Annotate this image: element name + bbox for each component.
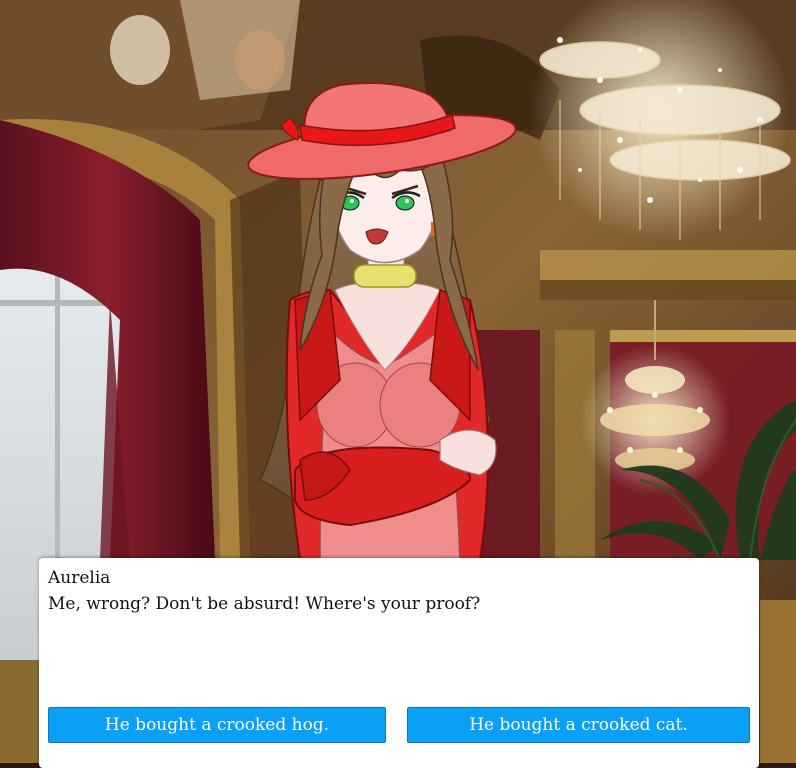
speaker-name: Aurelia xyxy=(48,568,111,588)
dialog-line: Me, wrong? Don't be absurd! Where's your… xyxy=(48,594,481,614)
choice-button-1[interactable]: He bought a crooked hog. xyxy=(48,707,386,743)
dialog-box: Aurelia Me, wrong? Don't be absurd! Wher… xyxy=(39,558,759,768)
choice-button-2[interactable]: He bought a crooked cat. xyxy=(407,707,750,743)
